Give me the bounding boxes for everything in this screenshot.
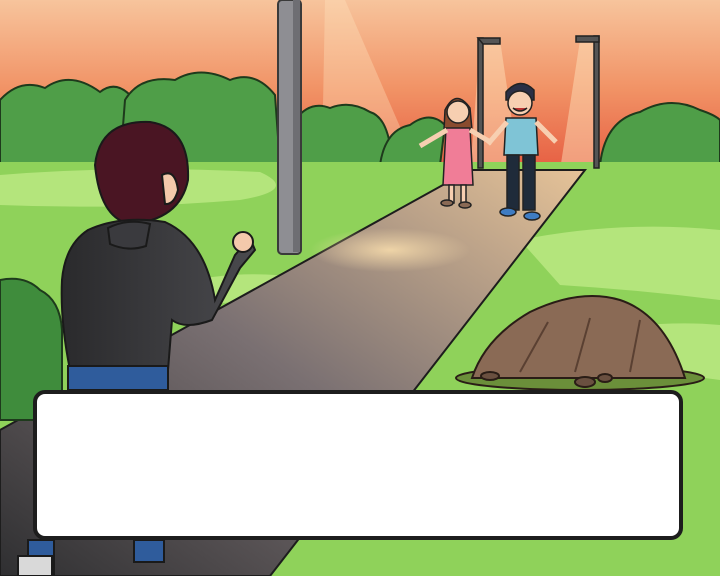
dialogue-box[interactable] [33,390,683,540]
lamp-post-shade [293,0,300,252]
path-light-pool [310,228,470,272]
game-stage[interactable] [0,0,720,576]
